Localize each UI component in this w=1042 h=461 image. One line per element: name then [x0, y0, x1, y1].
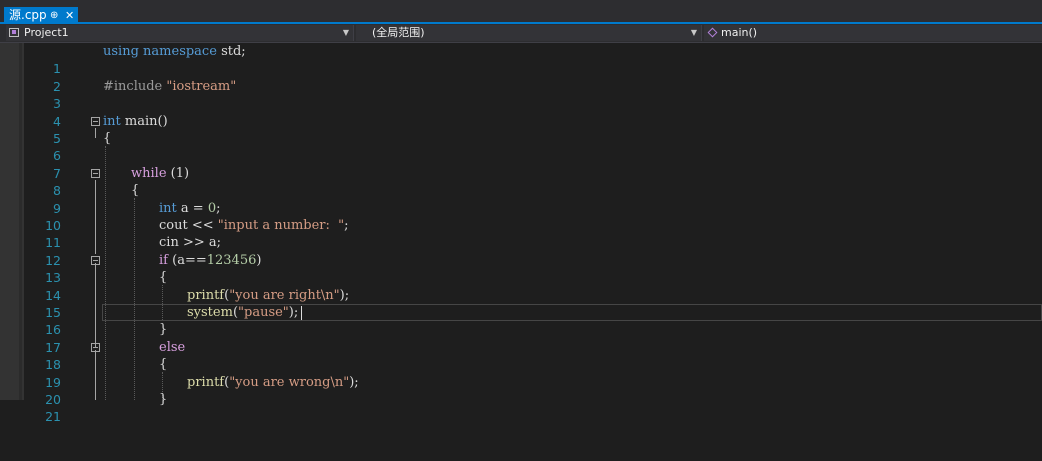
- code-text: cin >> a;: [159, 235, 221, 251]
- code-line[interactable]: 10 int a = 0;: [24, 200, 1042, 233]
- code-line[interactable]: 18 else: [24, 339, 1042, 372]
- code-text: system("pause");: [187, 305, 299, 320]
- function-icon: [707, 27, 718, 38]
- code-line[interactable]: 8 while (1): [24, 165, 1042, 198]
- code-line[interactable]: 16 system("pause");: [24, 304, 1042, 337]
- code-text: int a = 0;: [159, 200, 221, 216]
- code-text: int main(): [103, 113, 168, 129]
- code-text: {: [131, 183, 140, 199]
- code-text: using namespace std;: [103, 44, 246, 59]
- project-label: Project1: [24, 26, 69, 39]
- code-line[interactable]: 19 {: [24, 356, 1042, 389]
- scope-label: (全局范围): [372, 26, 425, 39]
- code-line[interactable]: 6 {: [24, 130, 1042, 163]
- code-line[interactable]: 15 printf("you are right\n");: [24, 287, 1042, 320]
- code-text: else: [159, 339, 186, 355]
- project-icon: [9, 28, 19, 37]
- navigation-bar: Project1 ▼ (全局范围) ▼ main(): [0, 24, 1042, 43]
- document-tab-strip: 源.cpp ⊕ ✕: [0, 0, 1042, 24]
- code-text: while (1): [131, 165, 190, 181]
- code-line[interactable]: 11 cout << "input a number: ";: [24, 217, 1042, 250]
- code-line[interactable]: 13 if (a==123456): [24, 252, 1042, 285]
- code-text: }: [159, 322, 168, 338]
- code-editor[interactable]: 1 using namespace std; 2 3 #include "ios…: [0, 43, 1042, 424]
- code-text: printf("you are wrong\n");: [187, 374, 359, 390]
- close-icon[interactable]: ✕: [65, 7, 74, 24]
- code-text: {: [159, 357, 168, 373]
- code-line[interactable]: 1 using namespace std;: [24, 43, 1042, 76]
- project-dropdown[interactable]: Project1 ▼: [6, 25, 354, 41]
- code-line[interactable]: 17 }: [24, 321, 1042, 354]
- indicator-margin: [0, 43, 24, 400]
- collapse-toggle-icon[interactable]: [91, 116, 100, 126]
- scope-dropdown[interactable]: (全局范围) ▼: [356, 25, 702, 41]
- code-line[interactable]: 7: [24, 147, 1042, 181]
- code-line[interactable]: 3 #include "iostream": [24, 78, 1042, 111]
- code-line[interactable]: 9 {: [24, 182, 1042, 215]
- code-text: cout << "input a number: ";: [159, 218, 349, 233]
- collapse-toggle-icon[interactable]: [91, 168, 100, 178]
- collapse-toggle-icon[interactable]: [91, 255, 100, 265]
- collapse-toggle-icon[interactable]: [91, 342, 100, 352]
- code-line[interactable]: 20 printf("you are wrong\n");: [24, 374, 1042, 407]
- chevron-down-icon: ▼: [342, 28, 349, 37]
- function-label: main(): [721, 26, 758, 39]
- code-line[interactable]: 12 cin >> a;: [24, 234, 1042, 267]
- code-text: {: [103, 131, 112, 146]
- code-text: printf("you are right\n");: [187, 287, 350, 303]
- chevron-down-icon: ▼: [690, 28, 697, 37]
- function-dropdown[interactable]: main(): [704, 25, 1042, 41]
- line-number: 21: [45, 409, 61, 425]
- code-line[interactable]: 2: [24, 60, 1042, 94]
- text-caret: [301, 306, 302, 320]
- code-text: if (a==123456): [159, 252, 262, 268]
- tab-title: 源.cpp: [9, 8, 47, 22]
- code-text: #include "iostream": [103, 78, 237, 94]
- code-text: {: [159, 270, 168, 286]
- tab-source-cpp[interactable]: 源.cpp ⊕ ✕: [4, 7, 78, 24]
- code-line[interactable]: 4: [24, 95, 1042, 129]
- pin-icon[interactable]: ⊕: [50, 7, 58, 24]
- code-line[interactable]: 14 {: [24, 269, 1042, 302]
- code-line[interactable]: 5 int main(): [24, 113, 1042, 146]
